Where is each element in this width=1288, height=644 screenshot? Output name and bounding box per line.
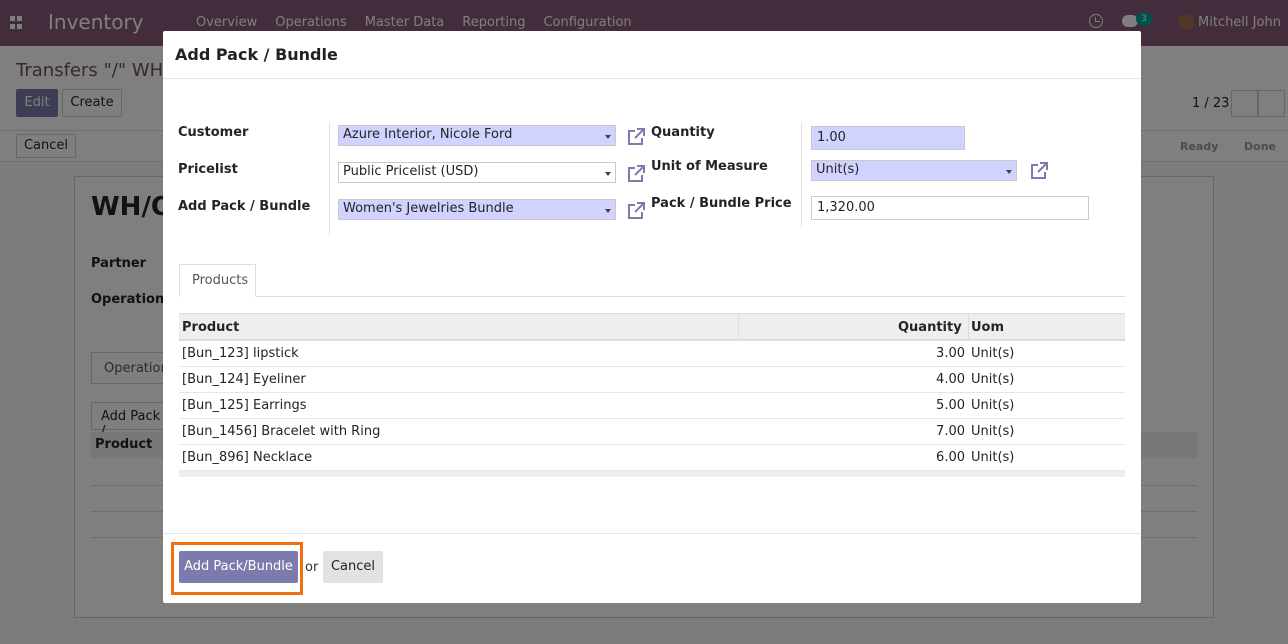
column-header-quantity[interactable]: Quantity: [898, 320, 962, 335]
cell-uom: Unit(s): [971, 346, 1015, 361]
bundle-value: Women's Jewelries Bundle: [343, 201, 514, 216]
tab-products[interactable]: Products: [179, 264, 256, 297]
field-separator: [801, 123, 802, 227]
or-text: or: [305, 560, 319, 575]
cancel-button[interactable]: Cancel: [323, 551, 383, 583]
quantity-label: Quantity: [651, 125, 715, 140]
pricelist-label: Pricelist: [178, 162, 238, 177]
modal-header: Add Pack / Bundle: [163, 31, 1141, 79]
cell-product: [Bun_124] Eyeliner: [182, 372, 306, 387]
cell-quantity: 6.00: [936, 450, 965, 465]
products-table: Product Quantity Uom [Bun_123] lipstick …: [179, 313, 1125, 477]
cell-quantity: 3.00: [936, 346, 965, 361]
cell-quantity: 5.00: [936, 398, 965, 413]
cell-quantity: 7.00: [936, 424, 965, 439]
external-link-icon[interactable]: [626, 201, 646, 221]
uom-label: Unit of Measure: [651, 159, 768, 174]
field-separator: [329, 123, 330, 235]
add-pack-bundle-button[interactable]: Add Pack/Bundle: [179, 551, 298, 583]
bundle-label: Add Pack / Bundle: [178, 199, 311, 214]
cell-product: [Bun_896] Necklace: [182, 450, 313, 465]
uom-value: Unit(s): [816, 162, 860, 177]
cell-quantity: 4.00: [936, 372, 965, 387]
column-header-uom[interactable]: Uom: [971, 320, 1004, 335]
uom-select[interactable]: Unit(s): [811, 160, 1017, 181]
chevron-down-icon: [605, 209, 611, 213]
bundle-price-input[interactable]: 1,320.00: [811, 196, 1089, 220]
chevron-down-icon: [605, 172, 611, 176]
customer-value: Azure Interior, Nicole Ford: [343, 127, 513, 142]
external-link-icon[interactable]: [626, 164, 646, 184]
column-header-product[interactable]: Product: [182, 320, 239, 335]
modal-title: Add Pack / Bundle: [175, 45, 338, 64]
cell-product: [Bun_1456] Bracelet with Ring: [182, 424, 381, 439]
table-footer: [179, 471, 1125, 477]
table-row[interactable]: [Bun_896] Necklace 6.00 Unit(s): [179, 445, 1125, 471]
cell-uom: Unit(s): [971, 424, 1015, 439]
table-row[interactable]: [Bun_125] Earrings 5.00 Unit(s): [179, 393, 1125, 419]
price-label: Pack / Bundle Price: [651, 196, 792, 211]
tab-bar: [179, 296, 1125, 297]
table-header: Product Quantity Uom: [179, 313, 1125, 341]
add-pack-bundle-dialog: Add Pack / Bundle Customer Pricelist Add…: [163, 31, 1141, 603]
cell-product: [Bun_123] lipstick: [182, 346, 299, 361]
customer-label: Customer: [178, 125, 249, 140]
cell-product: [Bun_125] Earrings: [182, 398, 307, 413]
external-link-icon[interactable]: [1029, 161, 1049, 181]
customer-select[interactable]: Azure Interior, Nicole Ford: [338, 125, 616, 146]
table-row[interactable]: [Bun_124] Eyeliner 4.00 Unit(s): [179, 367, 1125, 393]
pricelist-value: Public Pricelist (USD): [343, 164, 479, 179]
cell-uom: Unit(s): [971, 450, 1015, 465]
modal-footer: Add Pack/Bundle or Cancel: [163, 533, 1141, 603]
chevron-down-icon: [1006, 170, 1012, 174]
chevron-down-icon: [605, 135, 611, 139]
table-row[interactable]: [Bun_123] lipstick 3.00 Unit(s): [179, 341, 1125, 367]
bundle-select[interactable]: Women's Jewelries Bundle: [338, 199, 616, 220]
pricelist-select[interactable]: Public Pricelist (USD): [338, 162, 616, 183]
external-link-icon[interactable]: [626, 127, 646, 147]
column-divider: [968, 314, 969, 340]
column-divider: [738, 314, 739, 340]
cell-uom: Unit(s): [971, 372, 1015, 387]
cell-uom: Unit(s): [971, 398, 1015, 413]
table-row[interactable]: [Bun_1456] Bracelet with Ring 7.00 Unit(…: [179, 419, 1125, 445]
quantity-input[interactable]: 1.00: [811, 126, 965, 150]
